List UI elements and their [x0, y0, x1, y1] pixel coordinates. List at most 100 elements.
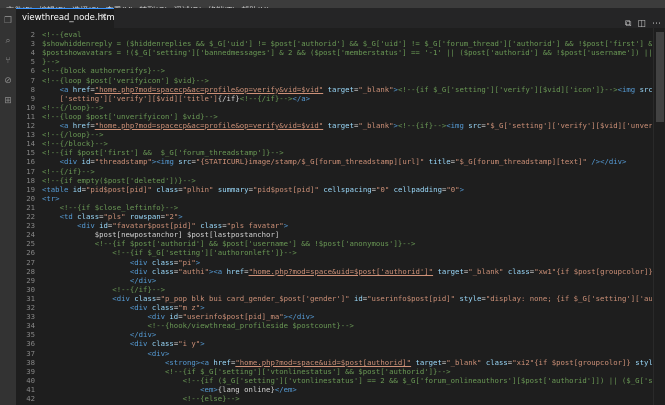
code-token-tag: <div [59, 157, 82, 167]
code-token-string: "{STATICURL}image/stamp/$_G[forum_thread… [195, 157, 425, 167]
code-line[interactable]: <!--{if $_G['setting']['vtonlinestatus']… [42, 367, 451, 376]
code-token-tag: </a> [292, 93, 310, 103]
debug-icon[interactable]: ⊘ [0, 74, 16, 88]
code-line[interactable]: <strong><a href="home.php?mod=space&uid=… [42, 358, 652, 367]
code-line[interactable]: <!--{if $post['first'] && $_G['forum_thr… [42, 148, 284, 157]
code-token-tag: </div> [129, 275, 157, 285]
code-token-attr: id [169, 312, 179, 322]
code-line[interactable]: <div id="favatar$post[pid]" class="pls f… [42, 221, 288, 230]
files-icon[interactable]: ❐ [0, 14, 16, 28]
code-line[interactable]: <!--{hook/viewthread_profileside $postco… [42, 321, 353, 330]
code-line[interactable]: </div> [42, 276, 156, 285]
code-line[interactable]: <!--{/if}--> [42, 285, 165, 294]
vertical-scrollbar[interactable] [653, 28, 665, 405]
code-line[interactable]: $postshowavatars = !($_G['setting']['ban… [42, 48, 652, 57]
line-number: 4 [30, 48, 35, 58]
code-token-comment: <!--{/if}--> [112, 284, 166, 294]
code-token-tag: </em> [274, 384, 297, 394]
line-number: 11 [26, 111, 35, 121]
code-line[interactable]: <div class="pi"> [42, 258, 200, 267]
scrollbar-thumb[interactable] [656, 32, 664, 122]
code-line[interactable]: ['setting']['verify'][$vid]['title']{/if… [42, 94, 310, 103]
code-token-tag: <img [446, 121, 469, 130]
code-line[interactable]: </div> [42, 330, 156, 339]
code-line[interactable]: $post[newpostanchor] $post[lastpostancho… [42, 230, 280, 239]
code-line[interactable]: <!--{if $post['authorid'] && $post['user… [42, 239, 416, 249]
code-editor[interactable]: <!--{eval $showhiddenreply = ($hiddenrepl… [42, 28, 652, 405]
line-number: 19 [26, 184, 35, 194]
code-line[interactable]: <em>{lang online}</em> [42, 385, 297, 394]
code-line[interactable]: <!--{/loop}--> [42, 130, 104, 139]
code-line[interactable]: <!--{if $_G['setting']['authoronleft']}-… [42, 248, 297, 257]
code-line[interactable]: $showhiddenreply = ($hiddenreplies && $_… [42, 39, 652, 48]
line-number: 40 [26, 375, 35, 385]
code-line[interactable]: <!--{/loop}--> [42, 103, 104, 112]
code-token-comment: <!--{if $_G['setting']['authoronleft']}-… [112, 248, 297, 258]
code-token-comment: <!--{eval [42, 30, 82, 39]
code-token-string: "pid$post[pid]" [253, 184, 319, 194]
line-number: 17 [26, 166, 35, 176]
code-token-tag: <td [59, 212, 78, 221]
code-line[interactable]: <!--{eval [42, 30, 82, 39]
code-line[interactable]: <td class="pls" rowspan="2"> [42, 212, 183, 221]
close-icon[interactable]: × [100, 12, 108, 22]
code-line[interactable]: <!--{block authorverifys}--> [42, 66, 165, 75]
code-line[interactable]: <div class="m z"> [42, 303, 205, 312]
code-line[interactable]: <tr> [42, 194, 60, 203]
line-number: 28 [26, 266, 35, 276]
code-token-comment: <!--{loop $post['verifyicon'] $vid}--> [42, 75, 209, 85]
code-token-tag: <img [617, 84, 640, 94]
code-line[interactable]: <!--{/if}--> [42, 167, 95, 176]
line-number: 20 [26, 193, 35, 203]
code-line[interactable]: <!--{loop $post['unverifyicon'] $vid}--> [42, 112, 218, 121]
code-token-string: "xw1" [534, 266, 557, 276]
code-token-string: "pls" [103, 212, 126, 221]
code-line[interactable]: }--> [42, 57, 60, 66]
code-token-attr: target [437, 266, 464, 276]
code-token-string: "favatar$post[pid]" [112, 221, 196, 231]
code-token-comment: <!--{if $_G['setting']['vtonlinestatus']… [165, 366, 451, 376]
code-line[interactable]: <table id="pid$post[pid]" class="plhin" … [42, 185, 464, 194]
code-token-tag: <div> [147, 348, 170, 358]
code-token-attr: id [72, 184, 82, 194]
code-line[interactable]: <div id="userinfo$post[pid]_ma"></div> [42, 312, 314, 321]
code-line[interactable]: <!--{if $close_leftinfo}--> [42, 203, 179, 212]
extensions-icon[interactable]: ⊞ [0, 94, 16, 108]
line-number: 16 [26, 157, 35, 167]
code-line[interactable]: <div class="i y"> [42, 339, 205, 348]
source-control-icon[interactable]: ⑂ [0, 54, 16, 68]
code-line[interactable]: <div> [42, 349, 169, 358]
line-number: 26 [26, 248, 35, 258]
line-number: 21 [26, 202, 35, 212]
code-token-tag: </div> [288, 312, 315, 322]
line-number: 27 [26, 257, 35, 267]
code-line[interactable]: <div id="threadstamp"><img src="{STATICU… [42, 157, 627, 167]
code-line[interactable]: <a href="home.php?mod=spacecp&ac=profile… [42, 85, 652, 94]
code-token-tag: > [200, 339, 205, 349]
code-token-link: "home.php?mod=space&uid=$post[authorid]" [235, 357, 412, 367]
code-line[interactable]: <div class="p_pop blk bui card_gender_$p… [42, 294, 652, 303]
code-token-comment: <!--{if $post['authorid'] && $post['user… [94, 239, 416, 249]
line-number: 25 [26, 239, 35, 249]
code-token-string: "_blank" [358, 84, 394, 94]
search-icon[interactable]: ⌕ [0, 34, 16, 48]
code-line[interactable]: <div class="authi"><a href="home.php?mod… [42, 267, 652, 276]
code-line[interactable]: <a href="home.php?mod=spacecp&ac=profile… [42, 121, 652, 130]
line-number: 32 [26, 303, 35, 312]
tab-viewthread-node[interactable]: viewthread_node.htm × [16, 8, 115, 28]
code-token-tag: <em> [200, 384, 218, 394]
code-line[interactable]: <!--{/block}--> [42, 139, 108, 148]
code-token-string: "authi" [178, 266, 209, 276]
code-line[interactable]: <!--{else}--> [42, 394, 240, 403]
code-token-attr: target [415, 357, 442, 367]
code-line[interactable]: <!--{loop $post['verifyicon'] $vid}--> [42, 76, 209, 85]
code-line[interactable]: <!--{if empty($post['deleted'])}--> [42, 176, 196, 185]
code-line[interactable]: <!--{if ($_G['setting']['vtonlinestatus'… [42, 376, 652, 385]
